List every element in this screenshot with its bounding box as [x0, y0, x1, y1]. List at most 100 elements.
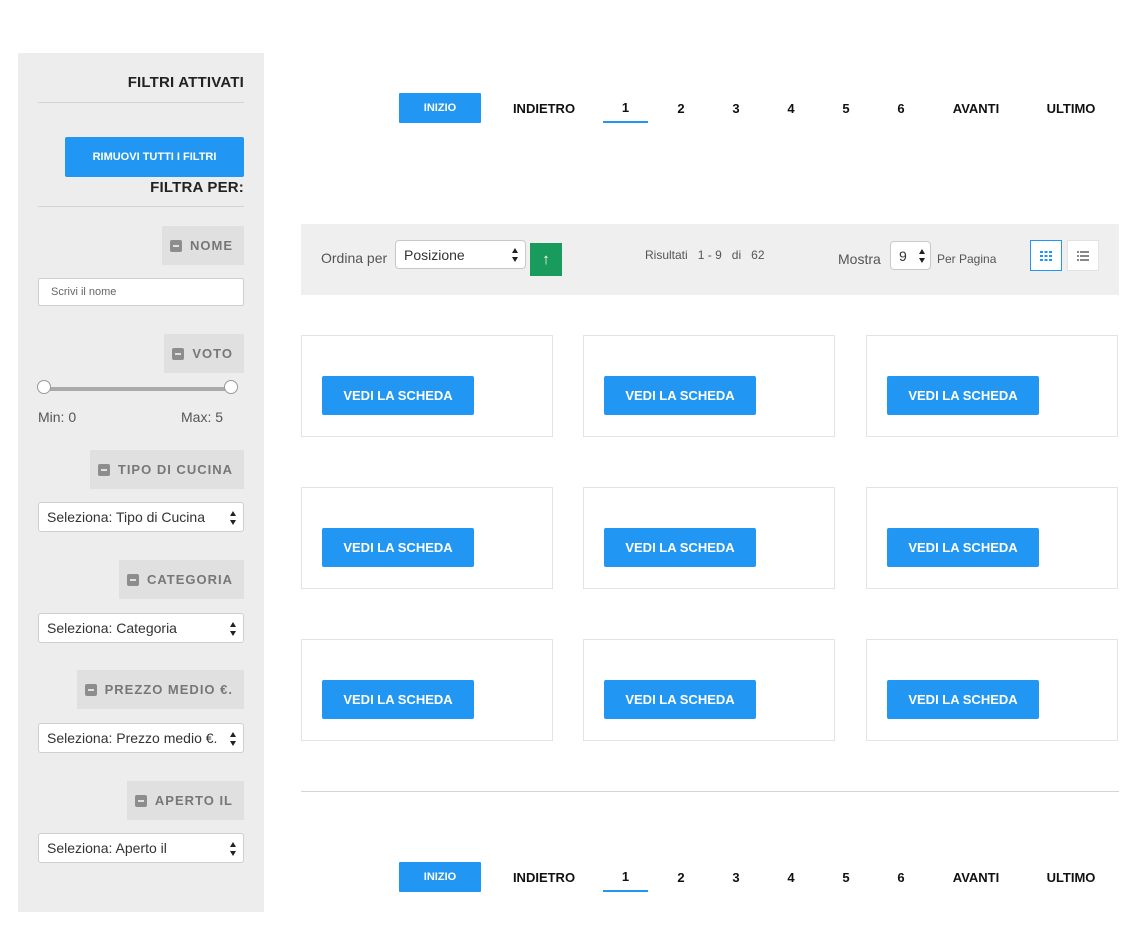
pagination-prev-button[interactable]: INDIETRO	[509, 93, 579, 123]
pagination-page-1[interactable]: 1	[603, 93, 648, 123]
rating-slider-min-handle[interactable]	[37, 380, 51, 394]
rating-min-label: Min: 0	[38, 409, 77, 425]
collapse-icon	[170, 239, 182, 252]
pagination-page-2[interactable]: 2	[669, 862, 693, 892]
pagination-next-button[interactable]: AVANTI	[945, 862, 1007, 892]
listing-card: VEDI LA SCHEDA	[301, 639, 553, 741]
sort-label: Ordina per	[321, 250, 388, 266]
filter-toggle-open-day[interactable]: APERTO IL	[126, 781, 244, 820]
view-details-button[interactable]: VEDI LA SCHEDA	[604, 680, 756, 719]
rating-slider-max-handle[interactable]	[224, 380, 238, 394]
results-to: 9	[715, 248, 722, 262]
collapse-icon	[84, 683, 97, 696]
filter-by-title: FILTRA PER:	[150, 179, 244, 196]
list-icon	[1077, 250, 1089, 261]
rating-max-label: Max: 5	[181, 409, 224, 425]
select-arrows-icon	[230, 732, 237, 746]
collapse-icon	[97, 463, 110, 476]
limit-select[interactable]: 9	[890, 241, 931, 270]
limit-select-value: 9	[899, 247, 907, 264]
pagination-page-2[interactable]: 2	[669, 93, 693, 123]
view-details-button[interactable]: VEDI LA SCHEDA	[887, 376, 1039, 415]
select-arrows-icon	[919, 249, 926, 263]
filter-toggle-name[interactable]: NOME	[162, 226, 244, 265]
divider	[38, 206, 244, 207]
filter-label: CATEGORIA	[146, 572, 233, 587]
view-details-button[interactable]: VEDI LA SCHEDA	[322, 528, 474, 567]
filter-label: TIPO DI CUCINA	[117, 462, 233, 477]
filter-toggle-category[interactable]: CATEGORIA	[118, 560, 244, 599]
results-sep: -	[707, 248, 712, 262]
divider	[301, 791, 1119, 792]
results-of: di	[731, 248, 742, 262]
pagination-last-button[interactable]: ULTIMO	[1039, 862, 1103, 892]
pagination-page-6[interactable]: 6	[889, 93, 913, 123]
active-filters-title: FILTRI ATTIVATI	[127, 74, 244, 91]
pagination-page-5[interactable]: 5	[834, 862, 858, 892]
open-day-select-value: Seleziona: Aperto il	[47, 840, 167, 856]
listing-card: VEDI LA SCHEDA	[866, 335, 1118, 437]
listing-card: VEDI LA SCHEDA	[866, 487, 1118, 589]
view-details-button[interactable]: VEDI LA SCHEDA	[887, 680, 1039, 719]
arrow-up-icon: ↑	[542, 251, 550, 268]
open-day-select[interactable]: Seleziona: Aperto il	[38, 833, 244, 863]
list-view-button[interactable]	[1067, 240, 1099, 271]
listing-card: VEDI LA SCHEDA	[866, 639, 1118, 741]
pagination-last-button[interactable]: ULTIMO	[1039, 93, 1103, 123]
category-select-value: Seleziona: Categoria	[47, 620, 177, 636]
view-details-button[interactable]: VEDI LA SCHEDA	[604, 376, 756, 415]
filter-sidebar: FILTRI ATTIVATI RIMUOVI TUTTI I FILTRI F…	[18, 53, 264, 912]
price-select-value: Seleziona: Prezzo medio €.	[47, 730, 218, 746]
pagination-page-1[interactable]: 1	[603, 862, 648, 892]
grid-view-button[interactable]	[1030, 240, 1062, 271]
name-input-placeholder: Scrivi il nome	[51, 286, 117, 298]
view-details-button[interactable]: VEDI LA SCHEDA	[887, 528, 1039, 567]
pagination-next-button[interactable]: AVANTI	[945, 93, 1007, 123]
pagination-bottom: INIZIO INDIETRO 1 2 3 4 5 6 AVANTI ULTIM…	[399, 862, 1119, 892]
sort-select[interactable]: Posizione	[395, 240, 526, 269]
pagination-top: INIZIO INDIETRO 1 2 3 4 5 6 AVANTI ULTIM…	[399, 93, 1119, 123]
pagination-page-4[interactable]: 4	[779, 862, 803, 892]
listing-card: VEDI LA SCHEDA	[301, 335, 553, 437]
view-details-button[interactable]: VEDI LA SCHEDA	[604, 528, 756, 567]
price-select[interactable]: Seleziona: Prezzo medio €.	[38, 723, 244, 753]
results-from: 1	[697, 248, 705, 262]
listing-toolbar: Ordina per Posizione ↑ Risultati 1 - 9 d…	[301, 224, 1119, 295]
category-select[interactable]: Seleziona: Categoria	[38, 613, 244, 643]
divider	[38, 102, 244, 103]
pagination-start-button[interactable]: INIZIO	[399, 93, 481, 123]
pagination-page-3[interactable]: 3	[724, 862, 748, 892]
listing-card: VEDI LA SCHEDA	[583, 639, 835, 741]
show-label: Mostra	[838, 251, 881, 267]
filter-toggle-rating[interactable]: VOTO	[164, 334, 244, 373]
filter-label: APERTO IL	[154, 793, 233, 808]
pagination-page-4[interactable]: 4	[779, 93, 803, 123]
name-input[interactable]: Scrivi il nome	[38, 278, 244, 306]
cuisine-select[interactable]: Seleziona: Tipo di Cucina	[38, 502, 244, 532]
view-details-button[interactable]: VEDI LA SCHEDA	[322, 376, 474, 415]
filter-toggle-cuisine[interactable]: TIPO DI CUCINA	[89, 450, 244, 489]
listing-card: VEDI LA SCHEDA	[583, 487, 835, 589]
pagination-page-3[interactable]: 3	[724, 93, 748, 123]
per-page-label: Per Pagina	[937, 252, 997, 266]
results-total: 62	[751, 248, 765, 262]
pagination-prev-button[interactable]: INDIETRO	[509, 862, 579, 892]
results-count: Risultati 1 - 9 di 62	[645, 248, 765, 262]
sort-direction-button[interactable]: ↑	[530, 243, 562, 276]
filter-toggle-price[interactable]: PREZZO MEDIO €.	[76, 670, 244, 709]
pagination-page-6[interactable]: 6	[889, 862, 913, 892]
select-arrows-icon	[230, 622, 237, 636]
remove-all-filters-button[interactable]: RIMUOVI TUTTI I FILTRI	[65, 137, 244, 177]
pagination-start-button[interactable]: INIZIO	[399, 862, 481, 892]
select-arrows-icon	[230, 511, 237, 525]
select-arrows-icon	[230, 842, 237, 856]
rating-slider-track[interactable]	[44, 387, 232, 391]
grid-icon	[1040, 250, 1052, 261]
view-details-button[interactable]: VEDI LA SCHEDA	[322, 680, 474, 719]
collapse-icon	[172, 347, 185, 360]
filter-label: VOTO	[192, 346, 233, 361]
pagination-page-5[interactable]: 5	[834, 93, 858, 123]
listing-card: VEDI LA SCHEDA	[583, 335, 835, 437]
collapse-icon	[126, 573, 139, 586]
listing-card: VEDI LA SCHEDA	[301, 487, 553, 589]
